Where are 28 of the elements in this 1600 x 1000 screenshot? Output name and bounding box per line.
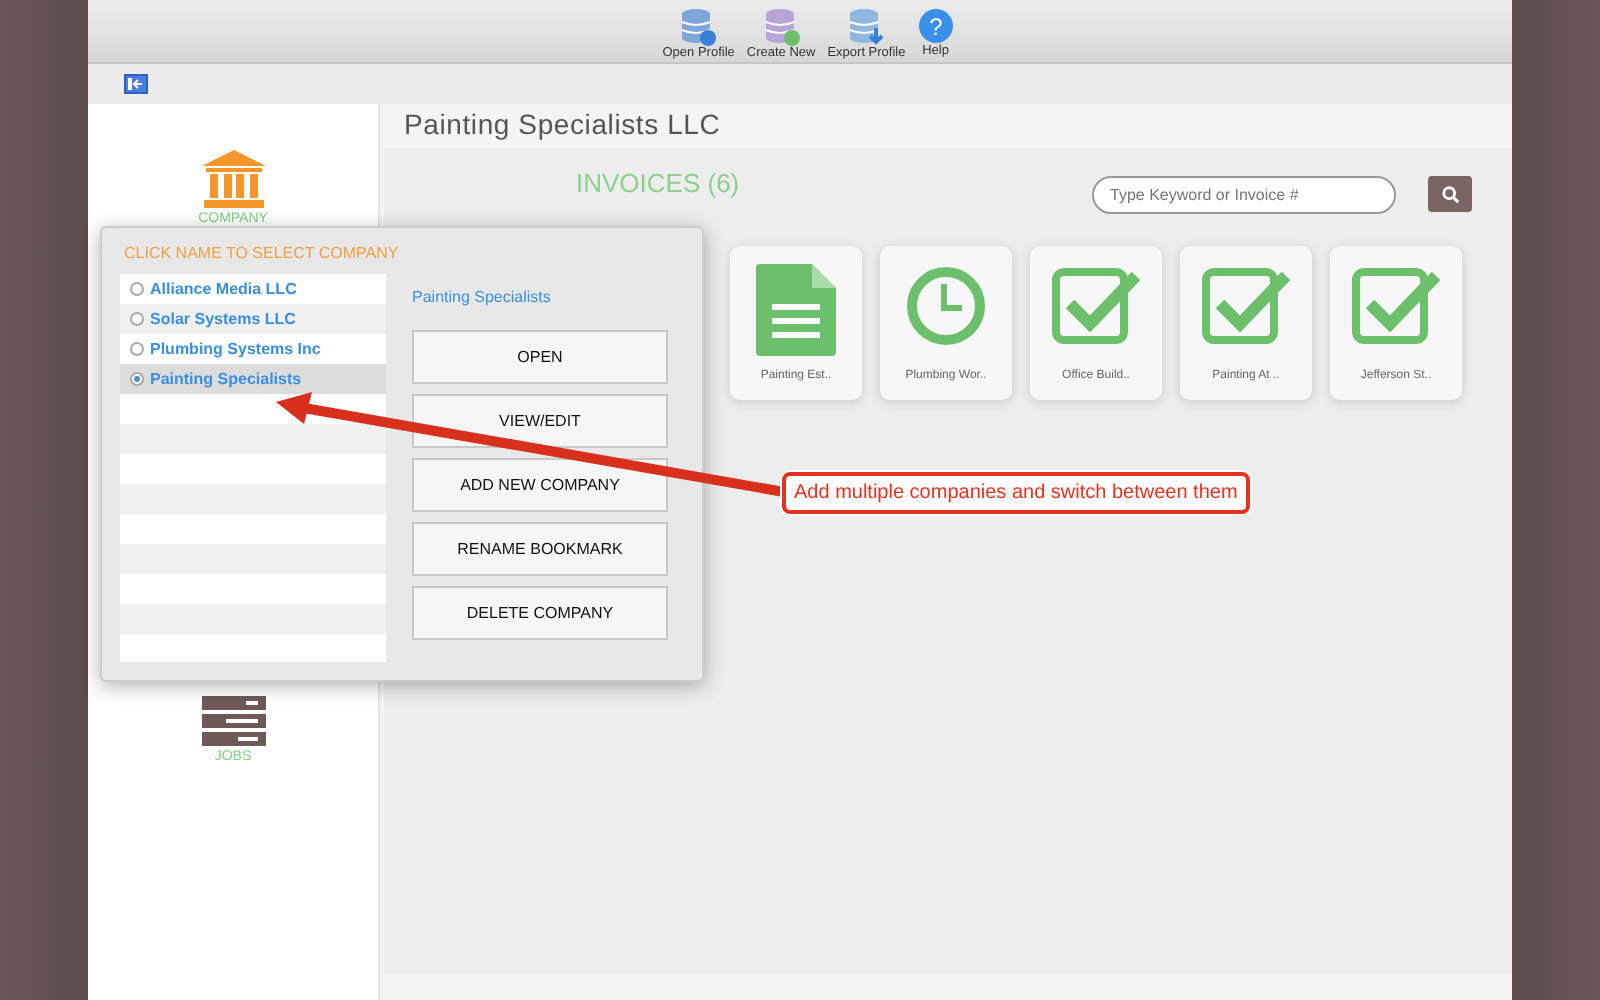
company-list-item[interactable]: Plumbing Systems Inc xyxy=(120,334,386,364)
dialog-button[interactable]: ADD NEW COMPANY xyxy=(412,458,668,512)
dialog-button[interactable]: OPEN xyxy=(412,330,668,384)
database-icon xyxy=(678,8,719,46)
search-icon xyxy=(1441,185,1459,203)
bank-building-icon xyxy=(201,150,265,210)
server-stack-icon xyxy=(201,695,265,747)
dialog-button[interactable]: RENAME BOOKMARK xyxy=(412,522,668,576)
database-icon xyxy=(846,8,887,46)
radio-button[interactable] xyxy=(130,282,144,296)
radio-button[interactable] xyxy=(130,342,144,356)
help-glyph: ? xyxy=(928,13,943,41)
sidebar-toggle-icon[interactable] xyxy=(124,74,148,94)
dialog-button[interactable]: DELETE COMPANY xyxy=(412,586,668,640)
company-title: Painting Specialists LLC xyxy=(402,106,723,144)
radio-button[interactable] xyxy=(130,312,144,326)
search-field[interactable]: Type Keyword or Invoice # xyxy=(1092,176,1396,214)
selected-company-label: Painting Specialists xyxy=(412,286,551,310)
search-button[interactable] xyxy=(1428,176,1472,212)
database-icon xyxy=(761,8,802,46)
radio-button[interactable] xyxy=(130,372,144,386)
invoices-heading: INVOICES (6) xyxy=(576,166,740,202)
company-list-item[interactable]: Solar Systems LLC xyxy=(120,304,386,334)
dialog-heading: CLICK NAME TO SELECT COMPANY xyxy=(124,242,399,266)
document-icon xyxy=(756,264,836,356)
company-list-item[interactable]: Alliance Media LLC xyxy=(120,274,386,304)
dialog-button[interactable]: VIEW/EDIT xyxy=(412,394,668,448)
annotation-callout: Add multiple companies and switch between them xyxy=(782,472,1250,514)
